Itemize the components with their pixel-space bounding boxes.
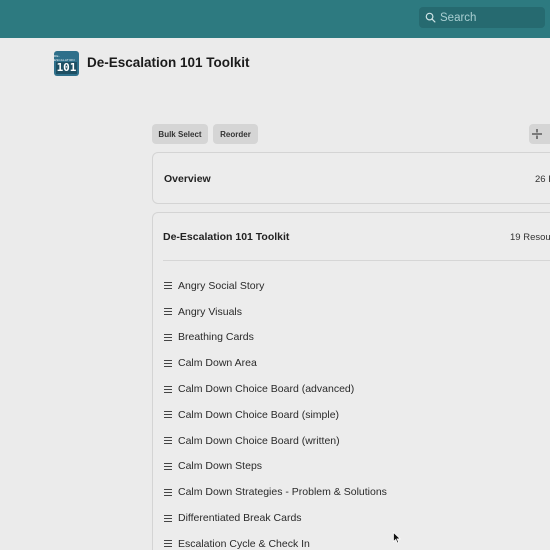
drag-handle-icon[interactable] [164,282,172,290]
collapse-icon [532,129,542,139]
resource-item[interactable]: Calm Down Area [164,350,387,376]
toolkit-section: De-Escalation 101 Toolkit 19 Resour Angr… [152,212,550,550]
resource-title: Calm Down Choice Board (advanced) [178,383,355,396]
resource-title: Angry Visuals [178,305,243,318]
drag-handle-icon[interactable] [164,514,172,522]
resource-item[interactable]: Angry Visuals [164,299,387,325]
resource-item[interactable]: Angry Social Story [164,273,387,299]
resource-title: Angry Social Story [178,279,265,292]
mouse-cursor-icon [393,532,401,544]
resource-title: Calm Down Steps [178,460,263,473]
drag-handle-icon[interactable] [164,540,172,548]
resource-item[interactable]: Calm Down Choice Board (advanced) [164,376,387,402]
resource-item[interactable]: Calm Down Choice Board (simple) [164,402,387,428]
resource-title: Calm Down Strategies - Problem & Solutio… [178,486,387,499]
resource-item[interactable]: Differentiated Break Cards [164,505,387,531]
overview-title: Overview [164,173,211,185]
toolkit-logo: DE-ESCALATION 101 [54,51,79,76]
search-input[interactable] [440,11,540,24]
top-bar [0,0,550,38]
overview-section[interactable]: Overview 26 R [152,152,550,204]
collapse-button[interactable] [529,124,550,144]
resource-title: Calm Down Choice Board (simple) [178,408,340,421]
drag-handle-icon[interactable] [164,411,172,419]
overview-count: 26 R [535,174,550,185]
drag-handle-icon[interactable] [164,359,172,367]
resource-title: Breathing Cards [178,331,254,344]
search-box[interactable] [419,7,545,28]
toolkit-count: 19 Resour [510,232,550,243]
bulk-select-button[interactable]: Bulk Select [152,124,208,144]
drag-handle-icon[interactable] [164,385,172,393]
divider [163,260,550,261]
resource-title: Differentiated Break Cards [178,512,302,525]
resource-item[interactable]: Escalation Cycle & Check In [164,531,387,550]
drag-handle-icon[interactable] [164,437,172,445]
resource-item[interactable]: Calm Down Strategies - Problem & Solutio… [164,479,387,505]
resource-title: Calm Down Choice Board (written) [178,434,340,447]
resource-item[interactable]: Calm Down Choice Board (written) [164,428,387,454]
logo-number: 101 [55,60,78,74]
drag-handle-icon[interactable] [164,462,172,470]
page-title: De-Escalation 101 Toolkit [87,55,250,70]
drag-handle-icon[interactable] [164,308,172,316]
resource-item[interactable]: Breathing Cards [164,325,387,351]
drag-handle-icon[interactable] [164,333,172,341]
resource-title: Calm Down Area [178,357,257,370]
resource-item[interactable]: Calm Down Steps [164,454,387,480]
resource-title: Escalation Cycle & Check In [178,537,310,550]
search-icon [425,12,436,23]
reorder-button[interactable]: Reorder [213,124,258,144]
toolkit-title[interactable]: De-Escalation 101 Toolkit [163,231,289,243]
drag-handle-icon[interactable] [164,488,172,496]
resource-list: Angry Social Story Angry Visuals Breathi… [164,273,387,550]
